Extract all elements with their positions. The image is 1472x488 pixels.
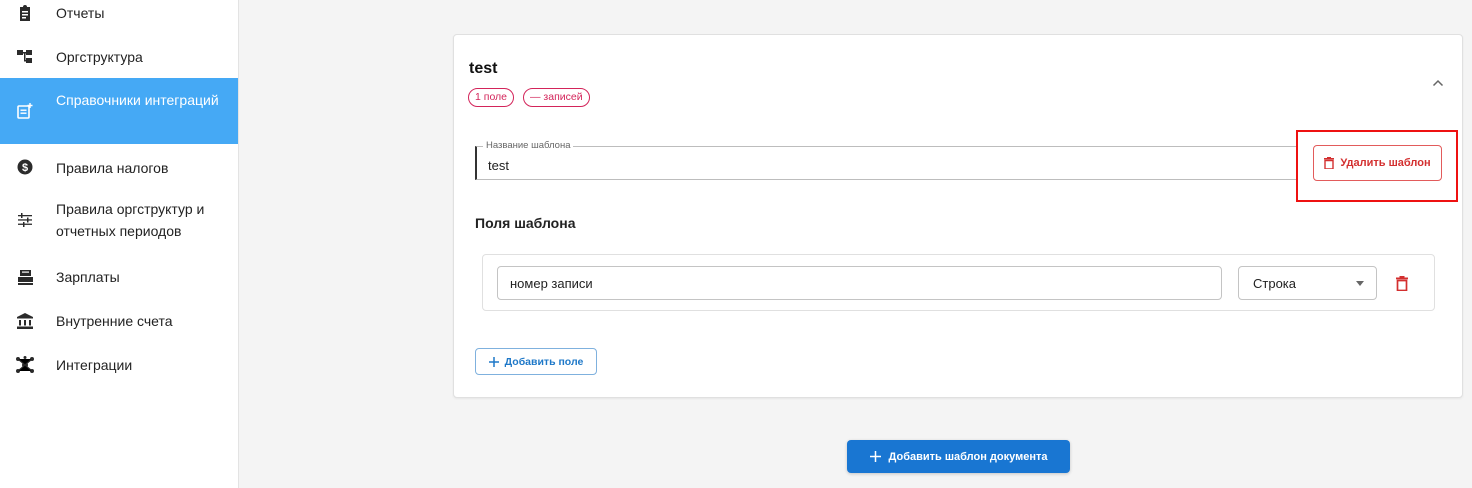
template-name-field[interactable]: Название шаблона bbox=[475, 140, 1297, 180]
template-card: test 1 поле — записей Название шаблона У… bbox=[453, 34, 1463, 398]
sidebar-item-label: Справочники интеграций bbox=[56, 92, 219, 108]
add-template-label: Добавить шаблон документа bbox=[888, 450, 1048, 463]
fields-section-title: Поля шаблона bbox=[475, 215, 576, 231]
chevron-up-icon bbox=[1432, 79, 1444, 87]
trash-icon bbox=[1324, 157, 1335, 169]
plus-icon bbox=[869, 451, 881, 462]
bank-icon bbox=[15, 311, 35, 331]
sidebar-item-salaries[interactable]: Зарплаты bbox=[0, 264, 238, 290]
fields-count-badge: 1 поле bbox=[468, 88, 515, 107]
sidebar-item-internal-accounts[interactable]: Внутренние счета bbox=[0, 308, 238, 334]
org-structure-icon bbox=[15, 47, 35, 67]
plus-icon bbox=[488, 356, 499, 367]
add-field-button[interactable]: Добавить поле bbox=[475, 348, 597, 375]
field-name-input[interactable] bbox=[497, 266, 1222, 300]
svg-text:$: $ bbox=[22, 162, 28, 174]
payroll-icon bbox=[15, 267, 35, 287]
dropdown-arrow-icon bbox=[1356, 281, 1364, 286]
field-type-value: Строка bbox=[1253, 275, 1297, 291]
template-field-row: Строка bbox=[482, 254, 1435, 311]
delete-field-button[interactable] bbox=[1391, 272, 1413, 294]
sidebar-item-label: Правила налогов bbox=[56, 160, 169, 176]
sidebar-item-label: Интеграции bbox=[56, 357, 133, 373]
collapse-button[interactable] bbox=[1428, 73, 1448, 93]
clipboard-icon bbox=[15, 3, 35, 23]
add-field-label: Добавить поле bbox=[504, 355, 584, 368]
sidebar-item-integrations[interactable]: Интеграции bbox=[0, 352, 238, 378]
delete-template-button[interactable]: Удалить шаблон bbox=[1313, 145, 1442, 181]
delete-template-label: Удалить шаблон bbox=[1340, 157, 1431, 169]
integration-reference-icon bbox=[15, 101, 35, 121]
sidebar-item-label: Отчеты bbox=[56, 5, 105, 21]
dollar-circle-icon: $ bbox=[15, 157, 35, 177]
template-title: test bbox=[469, 60, 498, 77]
sidebar-item-orgstructure-rules[interactable]: Правила оргструктур и отчетных периодов bbox=[0, 196, 238, 244]
sidebar-item-tax-rules[interactable]: $ Правила налогов bbox=[0, 154, 238, 180]
sidebar-item-integration-references[interactable]: Справочники интеграций bbox=[0, 78, 238, 144]
sidebar-item-reports[interactable]: Отчеты bbox=[0, 0, 238, 26]
sidebar-item-orgstructure[interactable]: Оргструктура bbox=[0, 44, 238, 70]
sidebar: Отчеты Оргструктура Справочники интеграц… bbox=[0, 0, 239, 488]
sliders-icon bbox=[15, 210, 35, 230]
add-template-button[interactable]: Добавить шаблон документа bbox=[847, 440, 1070, 473]
sidebar-item-label: Зарплаты bbox=[56, 269, 120, 285]
template-name-input[interactable] bbox=[488, 158, 1188, 173]
field-type-select[interactable]: Строка bbox=[1238, 266, 1377, 300]
sidebar-item-label: Внутренние счета bbox=[56, 313, 173, 329]
records-count-badge: — записей bbox=[523, 88, 590, 107]
network-icon bbox=[15, 355, 35, 375]
sidebar-item-label: Правила оргструктур и отчетных периодов bbox=[56, 201, 205, 239]
trash-icon bbox=[1396, 275, 1408, 291]
template-name-label: Название шаблона bbox=[483, 140, 574, 151]
sidebar-item-label: Оргструктура bbox=[56, 49, 143, 65]
